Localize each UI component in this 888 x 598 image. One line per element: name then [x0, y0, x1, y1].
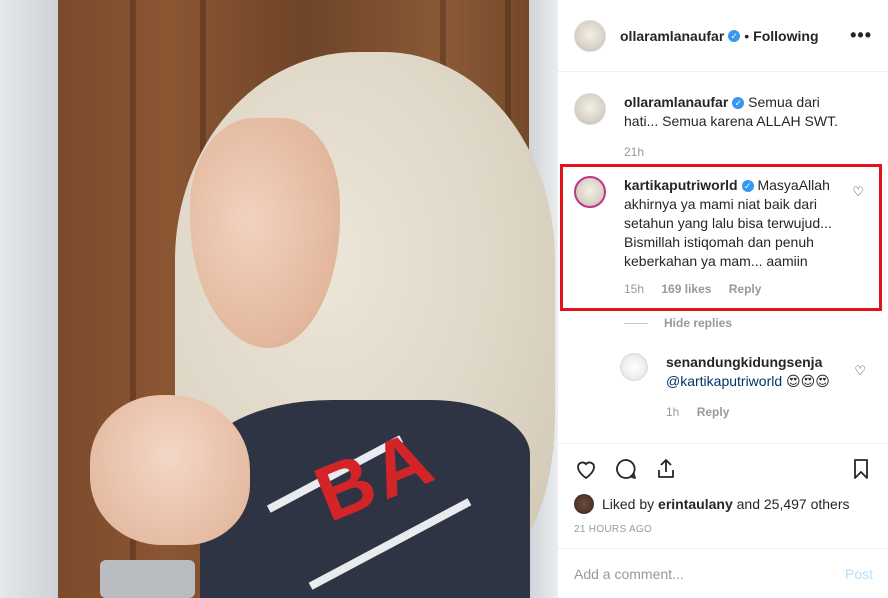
- author-avatar[interactable]: [574, 93, 606, 125]
- bookmark-icon[interactable]: [849, 457, 873, 481]
- reply-button[interactable]: Reply: [729, 282, 762, 296]
- post-timestamp[interactable]: 21 HOURS AGO: [574, 524, 873, 535]
- post-button[interactable]: Post: [845, 566, 873, 582]
- commenter-avatar[interactable]: [574, 176, 606, 208]
- like-reply-icon[interactable]: ♡: [854, 363, 866, 379]
- liked-by-prefix: Liked by: [602, 496, 655, 512]
- like-comment-icon[interactable]: ♡: [852, 184, 864, 200]
- verified-icon: ✓: [728, 29, 741, 42]
- comment-icon[interactable]: [614, 457, 638, 481]
- caption-username[interactable]: ollaramlanaufar: [624, 94, 728, 110]
- add-comment-bar: Post: [558, 548, 888, 598]
- comments-list[interactable]: ollaramlanaufar ✓ Semua dari hati... Semu…: [558, 73, 888, 443]
- reply-button[interactable]: Reply: [697, 405, 730, 419]
- action-icons: [574, 454, 873, 484]
- comment-likes[interactable]: 169 likes: [661, 282, 711, 296]
- post-header: ollaramlanaufar ✓ • Following •••: [558, 0, 888, 72]
- reply-time: 1h: [666, 405, 680, 419]
- comment-username[interactable]: kartikaputriworld: [624, 177, 738, 193]
- reply-meta: 1h Reply: [666, 405, 743, 419]
- hide-replies-button[interactable]: Hide replies: [624, 316, 732, 330]
- post-actions: Liked by erintaulany and 25,497 others 2…: [558, 443, 888, 535]
- post-photo[interactable]: BA: [0, 0, 557, 598]
- caption-meta: 21h: [624, 145, 658, 159]
- share-icon[interactable]: [654, 457, 678, 481]
- comment-body: kartikaputriworld ✓ MasyaAllah akhirnya y…: [624, 176, 854, 271]
- replier-avatar[interactable]: [620, 353, 648, 381]
- liked-by: Liked by erintaulany and 25,497 others: [574, 494, 873, 514]
- comment-time: 15h: [624, 282, 645, 296]
- reply-mention[interactable]: @kartikaputriworld: [666, 373, 782, 389]
- caption-time: 21h: [624, 145, 645, 159]
- more-options-icon[interactable]: •••: [850, 25, 872, 46]
- following-button[interactable]: Following: [753, 28, 818, 44]
- reply-username[interactable]: senandungkidungsenja: [666, 354, 822, 370]
- author-avatar[interactable]: [574, 19, 606, 52]
- author-username[interactable]: ollaramlanaufar: [620, 28, 724, 44]
- comment-meta: 15h 169 likes Reply: [624, 282, 775, 296]
- reply-emoji: 😍😍😍: [786, 373, 830, 389]
- separator: •: [744, 27, 750, 44]
- post-sidebar: ollaramlanaufar ✓ • Following ••• ollara…: [557, 0, 888, 598]
- liker-avatar[interactable]: [574, 494, 594, 514]
- liked-by-user[interactable]: erintaulany: [658, 496, 733, 512]
- verified-icon: ✓: [741, 180, 754, 193]
- hands: [90, 395, 250, 545]
- caption-body: ollaramlanaufar ✓ Semua dari hati... Semu…: [624, 93, 854, 131]
- divider: [624, 322, 648, 324]
- liked-by-suffix[interactable]: and 25,497 others: [737, 496, 850, 512]
- reply-body: senandungkidungsenja @kartikaputriworld …: [666, 353, 846, 391]
- comment-input[interactable]: [574, 565, 845, 582]
- hide-replies-label: Hide replies: [664, 316, 733, 330]
- verified-icon: ✓: [732, 97, 745, 110]
- watch: [100, 560, 195, 598]
- heart-icon[interactable]: [574, 457, 598, 481]
- wall: [0, 0, 58, 598]
- instagram-post: BA ollaramlanaufar ✓ • Following ••• oll…: [0, 0, 888, 598]
